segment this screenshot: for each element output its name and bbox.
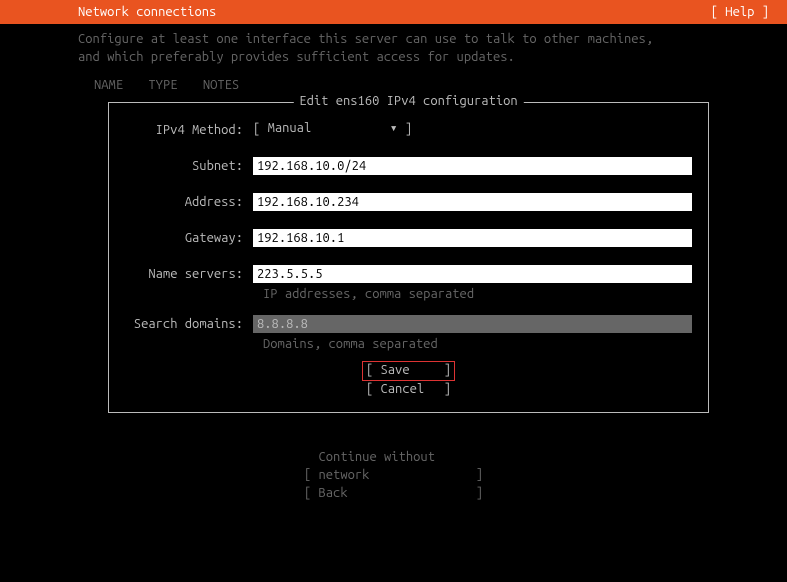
- col-type: TYPE: [148, 78, 177, 92]
- gateway-label: Gateway:: [125, 229, 253, 247]
- subtitle-line1: Configure at least one interface this se…: [78, 30, 787, 48]
- continue-button[interactable]: [ Continue without network ]: [0, 449, 787, 484]
- nameservers-label: Name servers:: [125, 265, 253, 283]
- chevron-down-icon: ▾: [390, 121, 398, 136]
- footer-actions: [ Continue without network ] [ Back ]: [0, 449, 787, 502]
- method-value: Manual: [268, 121, 312, 136]
- back-button[interactable]: [ Back ]: [0, 485, 787, 503]
- page-title: Network connections: [78, 5, 216, 19]
- ipv4-config-dialog: Edit ens160 IPv4 configuration IPv4 Meth…: [108, 102, 709, 413]
- col-notes: NOTES: [203, 78, 239, 92]
- searchdomains-hint: Domains, comma separated: [263, 337, 692, 351]
- help-button[interactable]: [ Help ]: [711, 5, 769, 19]
- col-name: NAME: [94, 78, 123, 92]
- searchdomains-input[interactable]: 8.8.8.8: [253, 315, 692, 333]
- interface-table-header: NAME TYPE NOTES: [0, 66, 787, 92]
- gateway-input[interactable]: 192.168.10.1: [253, 229, 692, 247]
- searchdomains-label: Search domains:: [125, 315, 253, 333]
- subnet-input[interactable]: 192.168.10.0/24: [253, 157, 692, 175]
- save-button[interactable]: [ Save ]: [362, 361, 455, 381]
- address-label: Address:: [125, 193, 253, 211]
- nameservers-input[interactable]: 223.5.5.5: [253, 265, 692, 283]
- subtitle-line2: and which preferably provides sufficient…: [78, 48, 787, 66]
- page-subtitle: Configure at least one interface this se…: [0, 24, 787, 66]
- subnet-label: Subnet:: [125, 157, 253, 175]
- header-bar: Network connections [ Help ]: [0, 0, 787, 24]
- nameservers-hint: IP addresses, comma separated: [263, 287, 692, 301]
- method-label: IPv4 Method:: [125, 121, 253, 139]
- address-input[interactable]: 192.168.10.234: [253, 193, 692, 211]
- method-select[interactable]: [ Manual ▾ ]: [253, 121, 412, 136]
- dialog-title: Edit ens160 IPv4 configuration: [293, 94, 523, 108]
- cancel-button[interactable]: [ Cancel ]: [366, 382, 451, 396]
